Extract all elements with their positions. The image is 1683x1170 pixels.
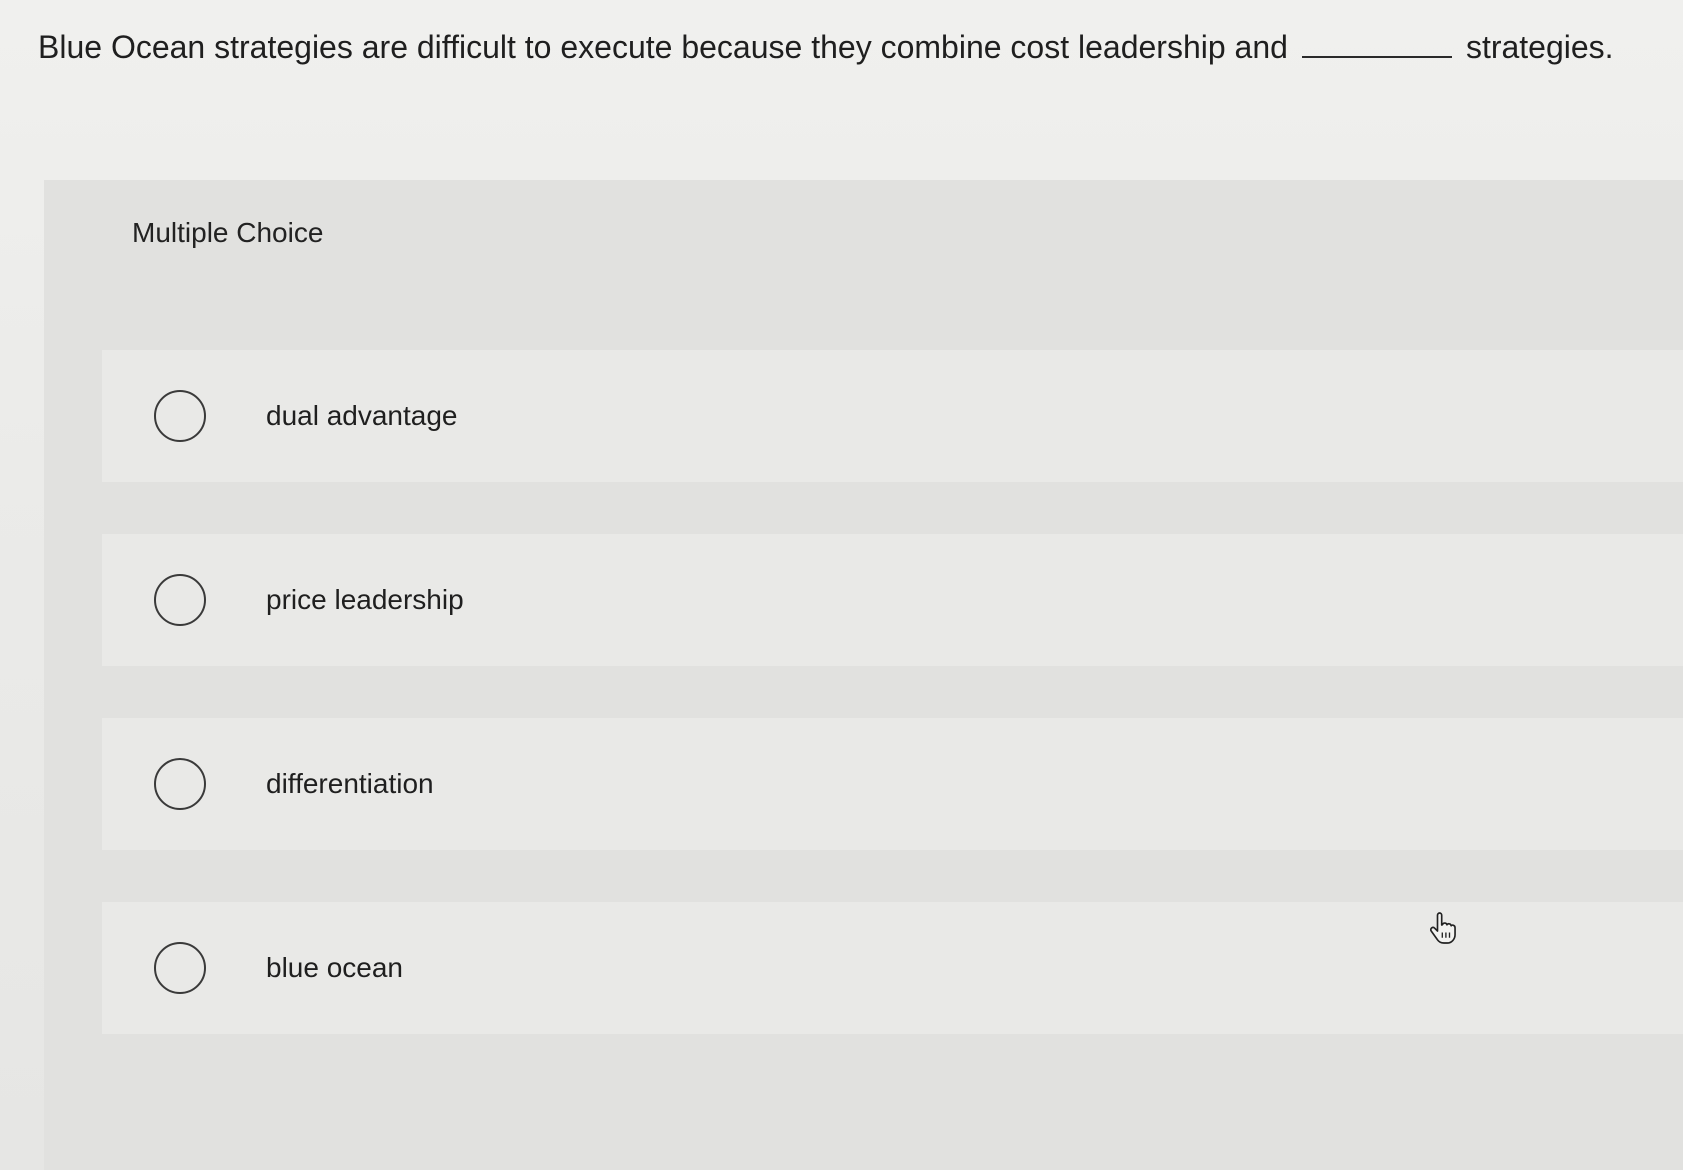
- hand-pointer-icon: [1429, 912, 1456, 944]
- option-label: dual advantage: [266, 400, 458, 431]
- question-text: Blue Ocean strategies are difficult to e…: [38, 24, 1658, 70]
- radio-circle-icon[interactable]: [154, 390, 206, 442]
- option-label: blue ocean: [266, 952, 404, 983]
- option-dual-advantage[interactable]: dual advantage: [102, 350, 1683, 482]
- radio-circle-icon[interactable]: [154, 574, 206, 626]
- multiple-choice-panel: Multiple Choice dual advantage price lea…: [44, 180, 1683, 1170]
- option-label: differentiation: [266, 768, 434, 799]
- multiple-choice-title: Multiple Choice: [132, 217, 324, 248]
- option-price-leadership[interactable]: price leadership: [102, 534, 1683, 666]
- question-text-after: strategies.: [1465, 29, 1614, 65]
- option-differentiation[interactable]: differentiation: [102, 718, 1683, 850]
- radio-circle-icon[interactable]: [154, 758, 206, 810]
- quiz-page: Blue Ocean strategies are difficult to e…: [0, 0, 1683, 1170]
- options-list: dual advantage price leadership differen…: [102, 350, 1683, 1086]
- question-text-before: Blue Ocean strategies are difficult to e…: [38, 29, 1288, 65]
- answer-blank: [1301, 46, 1452, 58]
- option-label: price leadership: [266, 584, 464, 615]
- radio-circle-icon[interactable]: [154, 942, 206, 994]
